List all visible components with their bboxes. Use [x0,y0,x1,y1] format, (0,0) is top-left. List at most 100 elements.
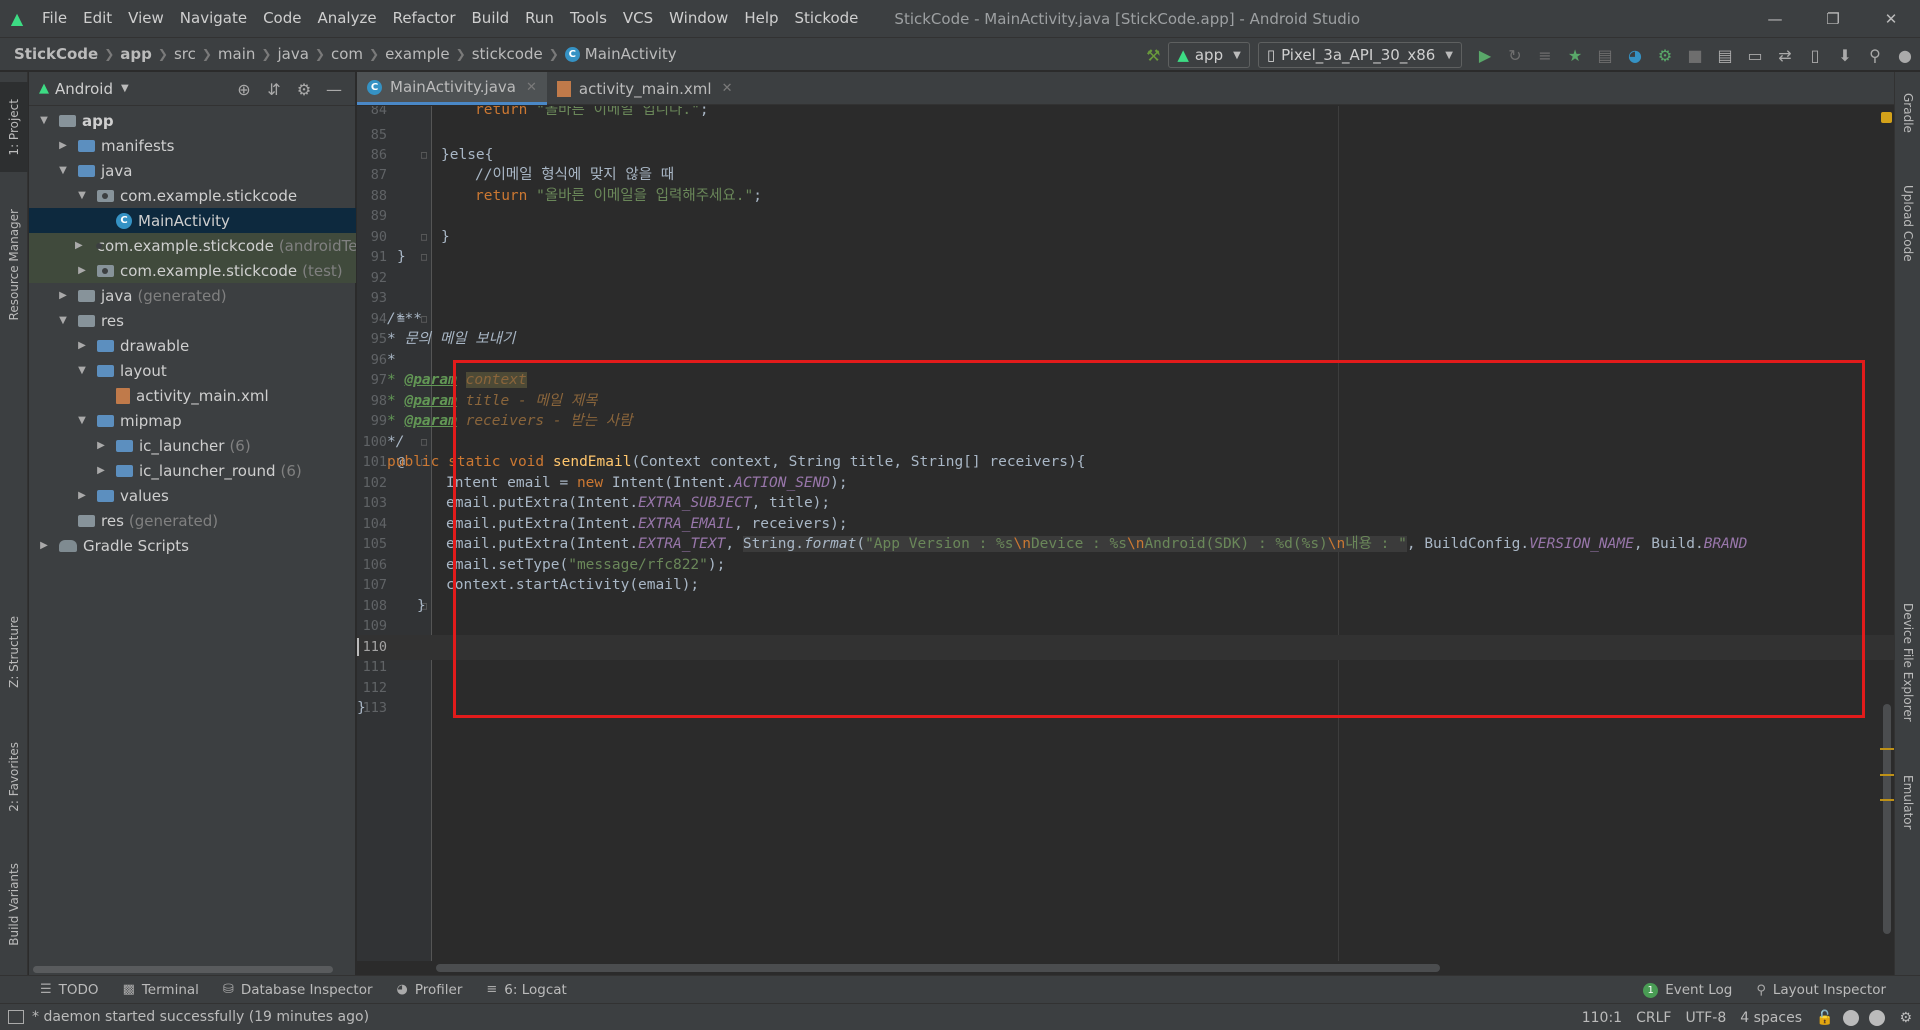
breadcrumb-item[interactable]: MainActivity [585,45,677,63]
restore-button[interactable]: ❐ [1804,0,1862,37]
lock-icon[interactable]: 🔓 [1816,1010,1833,1026]
tree-item[interactable]: ▶ values [29,483,356,508]
menu-build[interactable]: Build [464,0,518,37]
sync-gradle-icon[interactable]: ⇄ [1771,41,1799,69]
close-icon[interactable]: ✕ [526,80,537,95]
tab-activity-main-xml[interactable]: activity_main.xml ✕ [547,72,743,105]
close-icon[interactable]: ✕ [722,81,733,96]
menu-view[interactable]: View [120,0,172,37]
tool-terminal[interactable]: ▩ Terminal [111,982,211,998]
caret-position[interactable]: 110:1 [1582,1010,1622,1026]
coverage-icon[interactable]: ▤ [1591,41,1619,69]
project-structure-icon[interactable]: ▤ [1711,41,1739,69]
close-window-button[interactable]: ✕ [1862,0,1920,37]
tree-item[interactable]: ▶ ic_launcher_round (6) [29,458,356,483]
chevron-down-icon[interactable]: ▼ [75,415,89,426]
menu-code[interactable]: Code [255,0,309,37]
warning-marker[interactable] [1880,774,1894,776]
project-horizontal-scrollbar[interactable] [29,963,356,975]
chevron-down-icon[interactable]: ▼ [56,165,70,176]
menu-refactor[interactable]: Refactor [385,0,464,37]
chevron-down-icon[interactable]: ▼ [75,190,89,201]
scrollbar-thumb[interactable] [1883,704,1891,934]
search-icon[interactable]: ⚲ [1861,41,1889,69]
tool-todo[interactable]: ☰ TODO [28,982,111,998]
menu-tools[interactable]: Tools [562,0,615,37]
stop-icon[interactable]: ■ [1681,41,1709,69]
profile-icon[interactable]: ◕ [1621,41,1649,69]
indent-setting[interactable]: 4 spaces [1740,1010,1802,1026]
tree-item[interactable]: ▶ manifests [29,133,356,158]
menu-run[interactable]: Run [517,0,562,37]
hide-icon[interactable]: — [319,76,349,102]
tree-item[interactable]: ▶ com.example.stickcode (test) [29,258,356,283]
memory-indicator-icon[interactable]: ⚙ [1899,1010,1912,1026]
chevron-down-icon[interactable]: ▼ [56,315,70,326]
tree-item[interactable]: ▼ res [29,308,356,333]
tab-upload-code[interactable]: Upload Code [1895,168,1920,278]
tree-item[interactable]: ▼ java [29,158,356,183]
tree-item[interactable]: res (generated) [29,508,356,533]
run-config-select[interactable]: ▲ app ▼ [1168,42,1250,68]
code-editor[interactable]: 84 return "올바른 이메일 입니다."; 85 86 □}else{ 87… [357,106,1894,961]
menu-navigate[interactable]: Navigate [172,0,255,37]
inspection-profile-icon[interactable] [1843,1009,1860,1026]
tree-item[interactable]: ▶ Gradle Scripts [29,533,356,558]
tab-device-file-explorer[interactable]: Device File Explorer [1895,582,1920,742]
project-view-select[interactable]: Android [55,80,113,98]
run-icon[interactable]: ▶ [1471,41,1499,69]
apply-changes-icon[interactable]: ≡ [1531,41,1559,69]
avd-manager-icon[interactable]: ▯ [1801,41,1829,69]
menu-stickode[interactable]: Stickode [787,0,867,37]
chevron-down-icon[interactable]: ▼ [121,83,129,94]
breadcrumb-item[interactable]: example [385,45,450,63]
account-icon[interactable]: ● [1891,41,1919,69]
tree-item[interactable]: ▶ com.example.stickcode(androidTest) [29,233,356,258]
device-select[interactable]: ▯ Pixel_3a_API_30_x86 ▼ [1257,42,1462,68]
menu-edit[interactable]: Edit [75,0,120,37]
tab-structure[interactable]: Z: Structure [0,597,28,707]
inspection-warning-icon[interactable] [1881,112,1892,123]
menu-window[interactable]: Window [661,0,736,37]
scrollbar-thumb[interactable] [436,964,1440,972]
file-encoding[interactable]: UTF-8 [1685,1010,1726,1026]
tab-resource-manager[interactable]: Resource Manager [0,190,28,340]
chevron-down-icon[interactable]: ▼ [75,365,89,376]
tab-build-variants[interactable]: Build Variants [0,847,28,962]
breadcrumb-item[interactable]: java [277,45,308,63]
locate-icon[interactable]: ⊕ [229,76,259,102]
menu-vcs[interactable]: VCS [615,0,661,37]
tool-profiler[interactable]: ◕ Profiler [385,982,475,998]
sdk-manager-icon[interactable]: ⬇ [1831,41,1859,69]
tree-item[interactable]: ▼ com.example.stickcode [29,183,356,208]
scrollbar-thumb[interactable] [33,966,333,973]
chevron-right-icon[interactable]: ▶ [75,490,89,501]
collapse-all-icon[interactable]: ⇵ [259,76,289,102]
breadcrumb-item[interactable]: StickCode [14,45,98,63]
chevron-right-icon[interactable]: ▶ [94,465,108,476]
chevron-right-icon[interactable]: ▶ [56,140,70,151]
chevron-right-icon[interactable]: ▶ [75,265,89,276]
tab-mainactivity-java[interactable]: C MainActivity.java ✕ [357,72,547,105]
tool-event-log[interactable]: 1 Event Log [1631,982,1744,998]
minimize-button[interactable]: — [1746,0,1804,37]
editor-horizontal-scrollbar[interactable] [432,961,1894,975]
tab-gradle[interactable]: Gradle [1895,78,1920,148]
tree-item[interactable]: activity_main.xml [29,383,356,408]
editor-vertical-scrollbar[interactable] [1880,106,1894,961]
chevron-right-icon[interactable]: ▶ [75,240,83,251]
tool-logcat[interactable]: ≡ 6: Logcat [474,982,578,998]
hammer-icon[interactable]: ⚒ [1139,41,1167,69]
warning-marker[interactable] [1880,748,1894,750]
tree-item[interactable]: C MainActivity [29,208,356,233]
breadcrumb-item[interactable]: app [120,45,152,63]
chevron-right-icon[interactable]: ▶ [56,290,70,301]
feedback-icon[interactable] [1869,1009,1886,1026]
chevron-down-icon[interactable]: ▼ [37,115,51,126]
tab-favorites[interactable]: 2: Favorites [0,722,28,832]
tab-emulator[interactable]: Emulator [1895,762,1920,842]
chevron-right-icon[interactable]: ▶ [94,440,108,451]
tree-item[interactable]: ▼ layout [29,358,356,383]
breadcrumb-item[interactable]: stickcode [472,45,543,63]
menu-analyze[interactable]: Analyze [309,0,384,37]
